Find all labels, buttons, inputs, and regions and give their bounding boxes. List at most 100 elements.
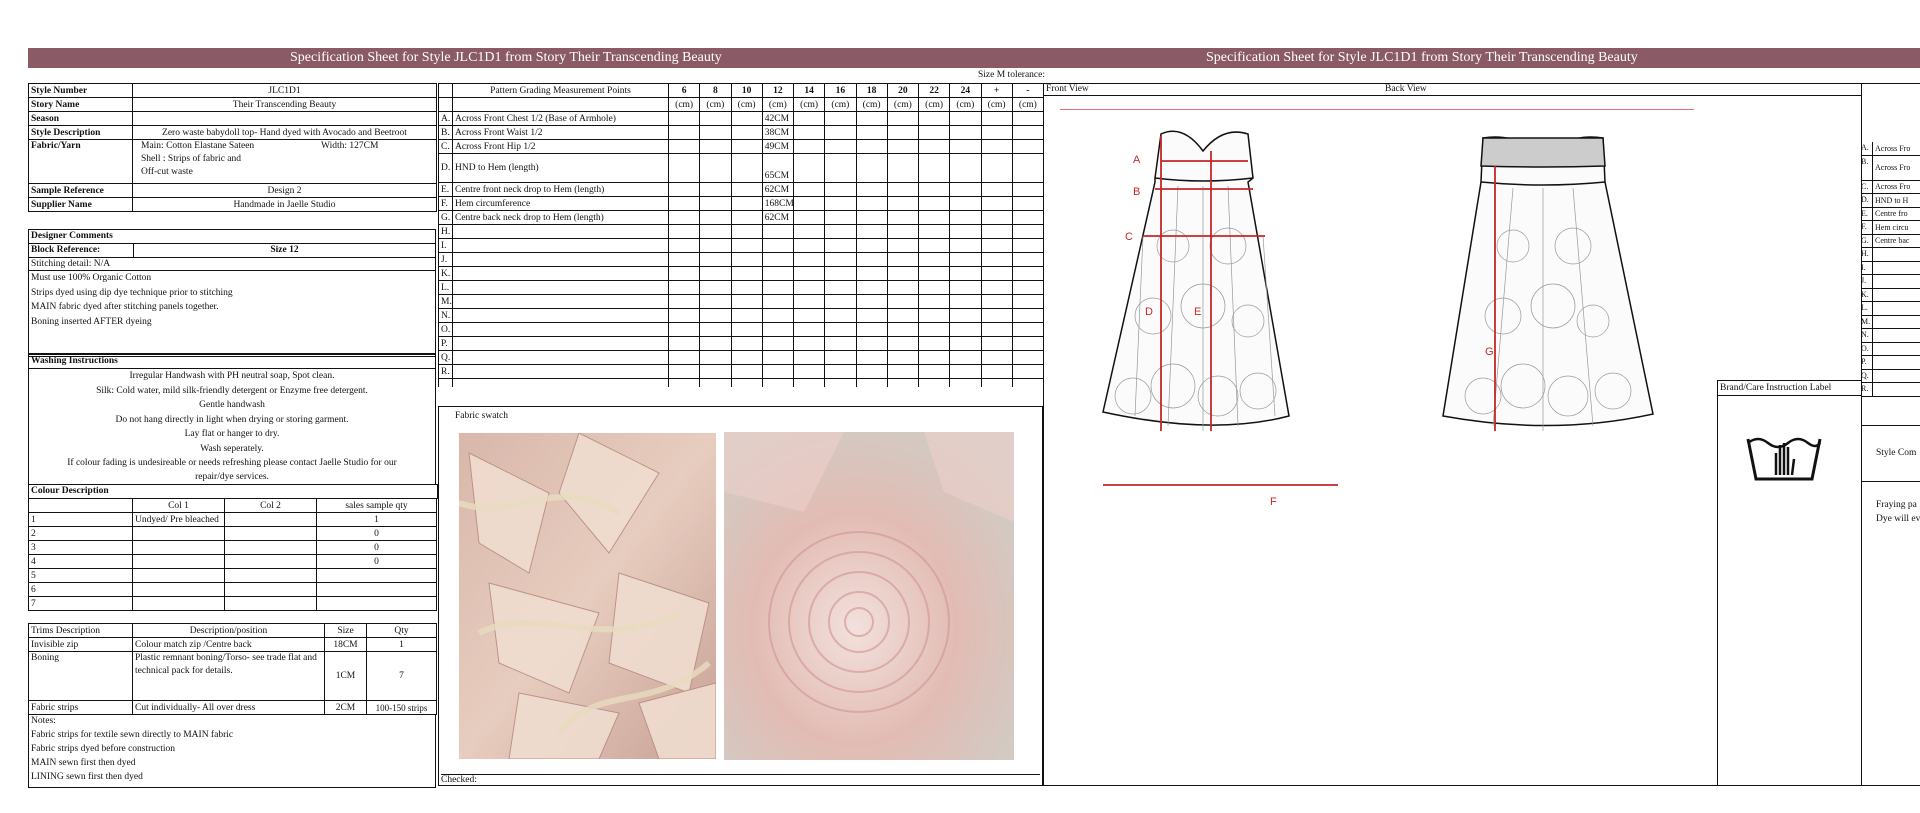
measurement-cell [667,139,701,154]
measurement-point: Across Front Chest 1/2 (Base of Armhole) [452,111,669,126]
measurement-cell [949,153,982,183]
measurement-cell [949,350,982,365]
measurement-point [452,308,669,323]
point-letter: A. [438,111,453,126]
point-letter: B. [438,125,453,140]
table-row: 7 [28,596,437,611]
measurement-cell [980,350,1013,365]
measurement-point [452,280,669,295]
unit-cell: (cm) [667,97,701,112]
measurement-cell [730,153,763,183]
measurement-cell [792,266,826,281]
measurement-cell [667,196,701,211]
measurement-cell [949,182,982,197]
measurement-cell [1011,322,1045,337]
table-row [438,378,1045,387]
grading-table: Pattern Grading Measurement Points 6 8 10 12… [438,83,1045,387]
measurement-cell [855,350,888,365]
measurement-cell [667,308,701,323]
sample-reference: Design 2 [132,183,437,198]
measure-label-c: C [1125,231,1133,243]
table-row: Fabric/Yarn Main: Cotton Elastane Sateen… [28,139,437,184]
measurement-cell [949,322,982,337]
measurement-cell [699,139,732,154]
measurement-cell [949,294,982,309]
measurement-cell [730,294,763,309]
measurement-cell [917,266,951,281]
measurement-cell [886,224,920,239]
front-view-label: Front View [1046,84,1089,94]
table-row: G. Centre back neck drop to Hem (length) 6… [438,210,1045,225]
right-panel-row: O. [1861,342,1920,356]
measurement-cell [699,294,732,309]
back-view-label: Back View [1385,84,1427,94]
views-header [1043,83,1861,96]
measurement-cell [1011,153,1045,183]
measurement-cell [980,139,1013,154]
measurement-cell [949,111,982,126]
measurement-cell [980,111,1013,126]
measurement-cell [699,196,732,211]
right-panel-row: D. HND to H [1861,194,1920,208]
style-description: Zero waste babydoll top- Hand dyed with … [132,125,437,140]
table-row: R. [438,364,1045,379]
measurement-cell [761,336,795,351]
size-column-header: 12 [761,83,795,98]
measurement-cell [917,196,951,211]
measurement-point: Across Front Hip 1/2 [452,139,669,154]
measurement-cell [824,294,857,309]
fabric-swatch-photo-strips [459,433,716,759]
measurement-cell [667,294,701,309]
table-row: Supplier Name Handmade in Jaelle Studio [28,197,437,212]
measurement-cell [886,182,920,197]
unit-cell: (cm) [949,97,982,112]
measurement-point [452,336,669,351]
fabric-details: Main: Cotton Elastane Sateen Width: 127CM… [132,139,437,184]
banner-title-right: Specification Sheet for Style JLC1D1 fro… [1206,50,1638,65]
measurement-cell [730,308,763,323]
right-panel-row: A. Across Fro [1861,142,1920,156]
measurement-cell [917,111,951,126]
point-letter: I. [438,238,453,253]
measurement-cell [886,139,920,154]
table-row: Invisible zip Colour match zip /Centre ba… [28,637,437,652]
measurement-cell [792,182,826,197]
size-column-header: 20 [886,83,920,98]
measurement-cell [917,280,951,295]
size-column-header: 6 [667,83,701,98]
point-letter: K. [438,266,453,281]
measurement-cell [980,182,1013,197]
measurement-cell [917,238,951,253]
right-panel-row: F. Hem circu [1861,221,1920,235]
table-row: C. Across Front Hip 1/2 49CM [438,139,1045,154]
season-value [132,111,437,126]
measurement-point: Hem circumference [452,196,669,211]
table-row: Story Name Their Transcending Beauty [28,97,437,112]
measurement-cell [917,322,951,337]
measurement-cell [980,210,1013,225]
measurement-cell [855,111,888,126]
measurement-cell [699,266,732,281]
fabric-swatch-label: Fabric swatch [455,411,509,421]
measurement-cell [980,252,1013,267]
grading-heading: Pattern Grading Measurement Points [452,83,669,98]
measurement-point [452,238,669,253]
measurement-cell [824,364,857,379]
measurement-cell [699,210,732,225]
measurement-cell [855,322,888,337]
table-row: K. [438,266,1045,281]
measurement-cell: 62CM [761,182,795,197]
measurement-cell [980,153,1013,183]
measurement-cell [730,196,763,211]
point-letter: R. [438,364,453,379]
measurement-cell [949,238,982,253]
measurement-cell [792,364,826,379]
measurement-cell [917,210,951,225]
measurement-point [452,252,669,267]
table-row: B. Across Front Waist 1/2 38CM [438,125,1045,140]
care-label-box: Brand/Care Instruction Label [1717,380,1861,786]
measurement-cell [980,280,1013,295]
measurement-cell [1011,125,1045,140]
measurement-cell: 62CM [761,210,795,225]
size-tolerance: Size M tolerance: [978,70,1046,80]
